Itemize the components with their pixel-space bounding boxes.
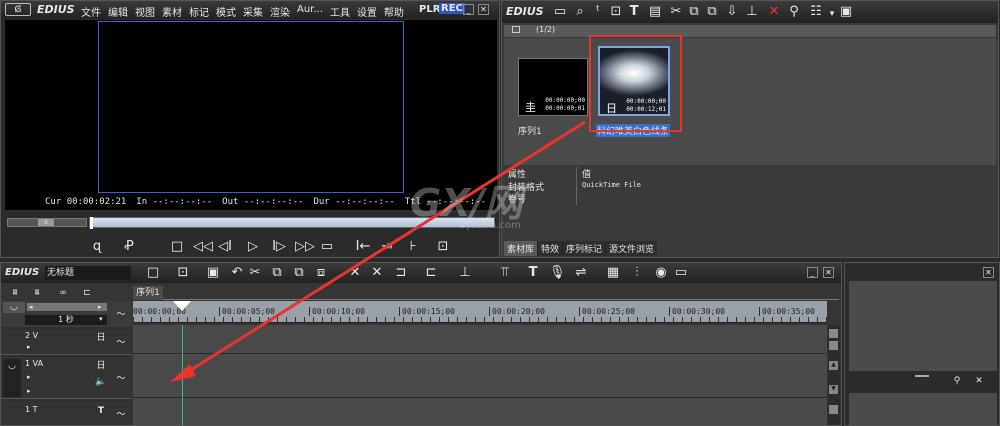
annotation-arrow: [170, 120, 586, 382]
